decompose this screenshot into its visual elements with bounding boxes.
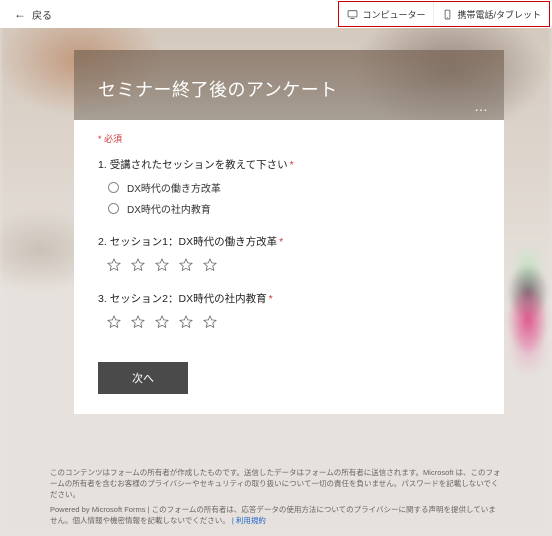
form-header: セミナー終了後のアンケート … bbox=[74, 50, 504, 120]
more-button[interactable]: … bbox=[474, 98, 490, 114]
star-icon[interactable] bbox=[202, 314, 218, 330]
star-icon[interactable] bbox=[178, 257, 194, 273]
star-icon[interactable] bbox=[130, 314, 146, 330]
question-2: 2. セッション1：DX時代の働き方改革* bbox=[98, 234, 480, 273]
q1-option-2-label: DX時代の社内教育 bbox=[127, 201, 211, 216]
terms-link[interactable]: | 利用規約 bbox=[232, 516, 266, 525]
star-icon[interactable] bbox=[154, 314, 170, 330]
device-computer-label: コンピューター bbox=[362, 8, 425, 21]
device-toggle-group: コンピューター 携帯電話/タブレット bbox=[338, 1, 550, 27]
star-icon[interactable] bbox=[130, 257, 146, 273]
q1-option-1-label: DX時代の働き方改革 bbox=[127, 180, 221, 195]
required-indicator: 必須 bbox=[98, 132, 480, 145]
footer: このコンテンツはフォームの所有者が作成したものです。送信したデータはフォームの所… bbox=[50, 467, 502, 526]
q1-option-1[interactable]: DX時代の働き方改革 bbox=[108, 180, 480, 195]
star-icon[interactable] bbox=[106, 314, 122, 330]
device-computer-button[interactable]: コンピューター bbox=[339, 2, 433, 26]
device-mobile-label: 携帯電話/タブレット bbox=[457, 8, 541, 21]
next-button[interactable]: 次へ bbox=[98, 362, 188, 394]
star-icon[interactable] bbox=[178, 314, 194, 330]
form-body: 必須 1. 受講されたセッションを教えて下さい* DX時代の働き方改革 DX時代… bbox=[74, 120, 504, 414]
star-icon[interactable] bbox=[106, 257, 122, 273]
form-card: セミナー終了後のアンケート … 必須 1. 受講されたセッションを教えて下さい*… bbox=[74, 50, 504, 414]
question-3-label: 3. セッション2：DX時代の社内教育* bbox=[98, 291, 480, 306]
radio-icon bbox=[108, 203, 119, 214]
computer-icon bbox=[347, 9, 358, 20]
q2-rating bbox=[106, 257, 480, 273]
top-bar: ← 戻る コンピューター 携帯電話/タブレット bbox=[0, 0, 552, 28]
question-2-label: 2. セッション1：DX時代の働き方改革* bbox=[98, 234, 480, 249]
arrow-left-icon: ← bbox=[14, 7, 26, 21]
question-1-label: 1. 受講されたセッションを教えて下さい* bbox=[98, 157, 480, 172]
footer-powered: Powered by Microsoft Forms bbox=[50, 505, 145, 514]
back-label: 戻る bbox=[32, 7, 52, 22]
mobile-icon bbox=[442, 9, 453, 20]
question-3: 3. セッション2：DX時代の社内教育* bbox=[98, 291, 480, 330]
footer-disclaimer: このコンテンツはフォームの所有者が作成したものです。送信したデータはフォームの所… bbox=[50, 467, 502, 501]
star-icon[interactable] bbox=[202, 257, 218, 273]
star-icon[interactable] bbox=[154, 257, 170, 273]
back-button[interactable]: ← 戻る bbox=[0, 7, 66, 22]
q3-rating bbox=[106, 314, 480, 330]
question-1: 1. 受講されたセッションを教えて下さい* DX時代の働き方改革 DX時代の社内… bbox=[98, 157, 480, 216]
radio-icon bbox=[108, 182, 119, 193]
form-title: セミナー終了後のアンケート bbox=[98, 76, 480, 102]
device-mobile-button[interactable]: 携帯電話/タブレット bbox=[433, 2, 549, 26]
q1-option-2[interactable]: DX時代の社内教育 bbox=[108, 201, 480, 216]
